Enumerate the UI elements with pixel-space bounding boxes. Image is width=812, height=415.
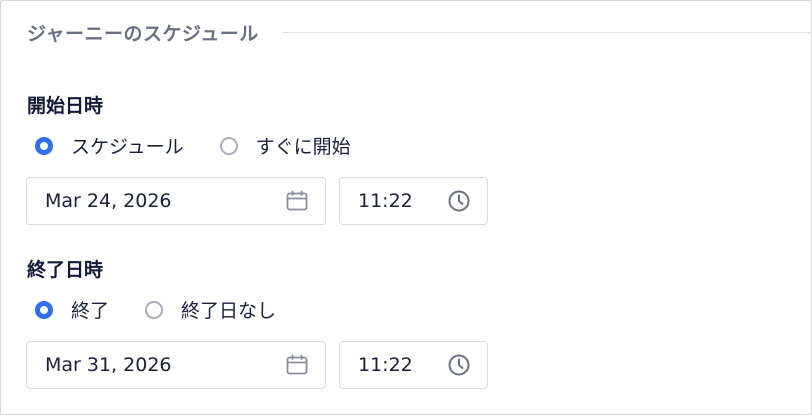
- section-header: ジャーニーのスケジュール: [27, 19, 811, 46]
- end-option-end-label: 終了: [71, 300, 110, 322]
- end-option-no-end-label: 終了日なし: [181, 300, 277, 322]
- clock-icon[interactable]: [447, 353, 471, 377]
- start-date-input[interactable]: Mar 24, 2026: [26, 177, 326, 225]
- calendar-icon[interactable]: [285, 353, 309, 377]
- section-divider: [282, 32, 811, 33]
- end-datetime-label: 終了日時: [27, 259, 104, 281]
- end-option-end[interactable]: 終了: [35, 296, 109, 323]
- end-time-input[interactable]: 11:22: [339, 341, 488, 389]
- start-time-value: 11:22: [358, 190, 413, 212]
- radio-checked-icon[interactable]: [35, 300, 53, 319]
- end-option-no-end[interactable]: 終了日なし: [145, 296, 276, 323]
- start-datetime-label: 開始日時: [27, 95, 104, 117]
- end-date-input[interactable]: Mar 31, 2026: [26, 341, 326, 389]
- end-date-value: Mar 31, 2026: [45, 354, 172, 376]
- start-option-schedule[interactable]: スケジュール: [35, 132, 184, 159]
- radio-unchecked-icon[interactable]: [145, 300, 164, 319]
- start-mode-radio-group: スケジュール すぐに開始: [35, 132, 387, 159]
- start-date-value: Mar 24, 2026: [45, 190, 172, 212]
- journey-schedule-panel: ジャーニーのスケジュール 開始日時 スケジュール すぐに開始 Mar 24, 2…: [0, 0, 812, 415]
- start-option-immediate-label: すぐに開始: [255, 136, 351, 158]
- start-option-schedule-label: スケジュール: [71, 136, 184, 158]
- radio-checked-icon[interactable]: [35, 136, 53, 155]
- end-mode-radio-group: 終了 終了日なし: [35, 296, 312, 323]
- end-time-value: 11:22: [358, 354, 413, 376]
- start-time-input[interactable]: 11:22: [339, 177, 488, 225]
- clock-icon[interactable]: [447, 189, 471, 213]
- calendar-icon[interactable]: [285, 189, 309, 213]
- section-title: ジャーニーのスケジュール: [27, 23, 259, 45]
- start-option-immediate[interactable]: すぐに開始: [219, 132, 351, 159]
- radio-unchecked-icon[interactable]: [219, 136, 238, 155]
